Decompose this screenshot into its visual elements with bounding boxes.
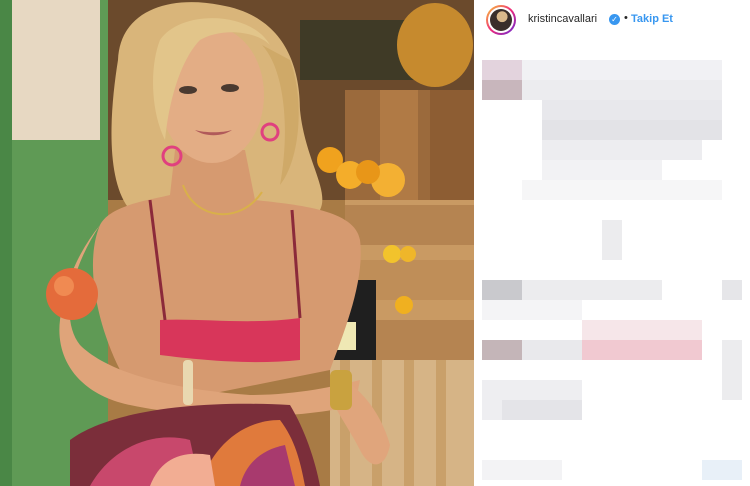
blurred-block (502, 400, 582, 420)
avatar-ring (488, 7, 514, 33)
post-header: kristincavallari ✓ • Takip Et (474, 0, 750, 40)
blurred-block (582, 320, 702, 340)
instagram-post: kristincavallari ✓ • Takip Et (0, 0, 750, 486)
blurred-block (582, 340, 702, 360)
blurred-block (522, 80, 722, 100)
follow-button[interactable]: Takip Et (631, 13, 673, 25)
blurred-block (722, 280, 742, 300)
blurred-block (522, 340, 582, 360)
blurred-block (522, 60, 722, 80)
blurred-block (722, 340, 742, 400)
post-sidebar: kristincavallari ✓ • Takip Et (474, 0, 750, 486)
profile-avatar[interactable] (486, 5, 516, 35)
blurred-block (542, 160, 662, 180)
blurred-block (702, 460, 742, 480)
photo-illustration (0, 0, 474, 486)
username-link[interactable]: kristincavallari (528, 13, 597, 25)
blurred-block (542, 120, 722, 140)
blurred-block (522, 180, 722, 200)
post-photo[interactable] (0, 0, 474, 486)
verified-badge-icon: ✓ (609, 14, 620, 25)
blurred-block (522, 280, 662, 300)
blurred-block (542, 100, 722, 120)
avatar-photo (490, 9, 512, 31)
blurred-block (482, 460, 562, 480)
blurred-block (482, 80, 522, 100)
blurred-block (482, 340, 522, 360)
blurred-block (602, 220, 622, 260)
header-separator: • (624, 12, 628, 24)
blurred-block (482, 280, 522, 300)
blurred-block (542, 140, 702, 160)
blurred-block (482, 300, 582, 320)
